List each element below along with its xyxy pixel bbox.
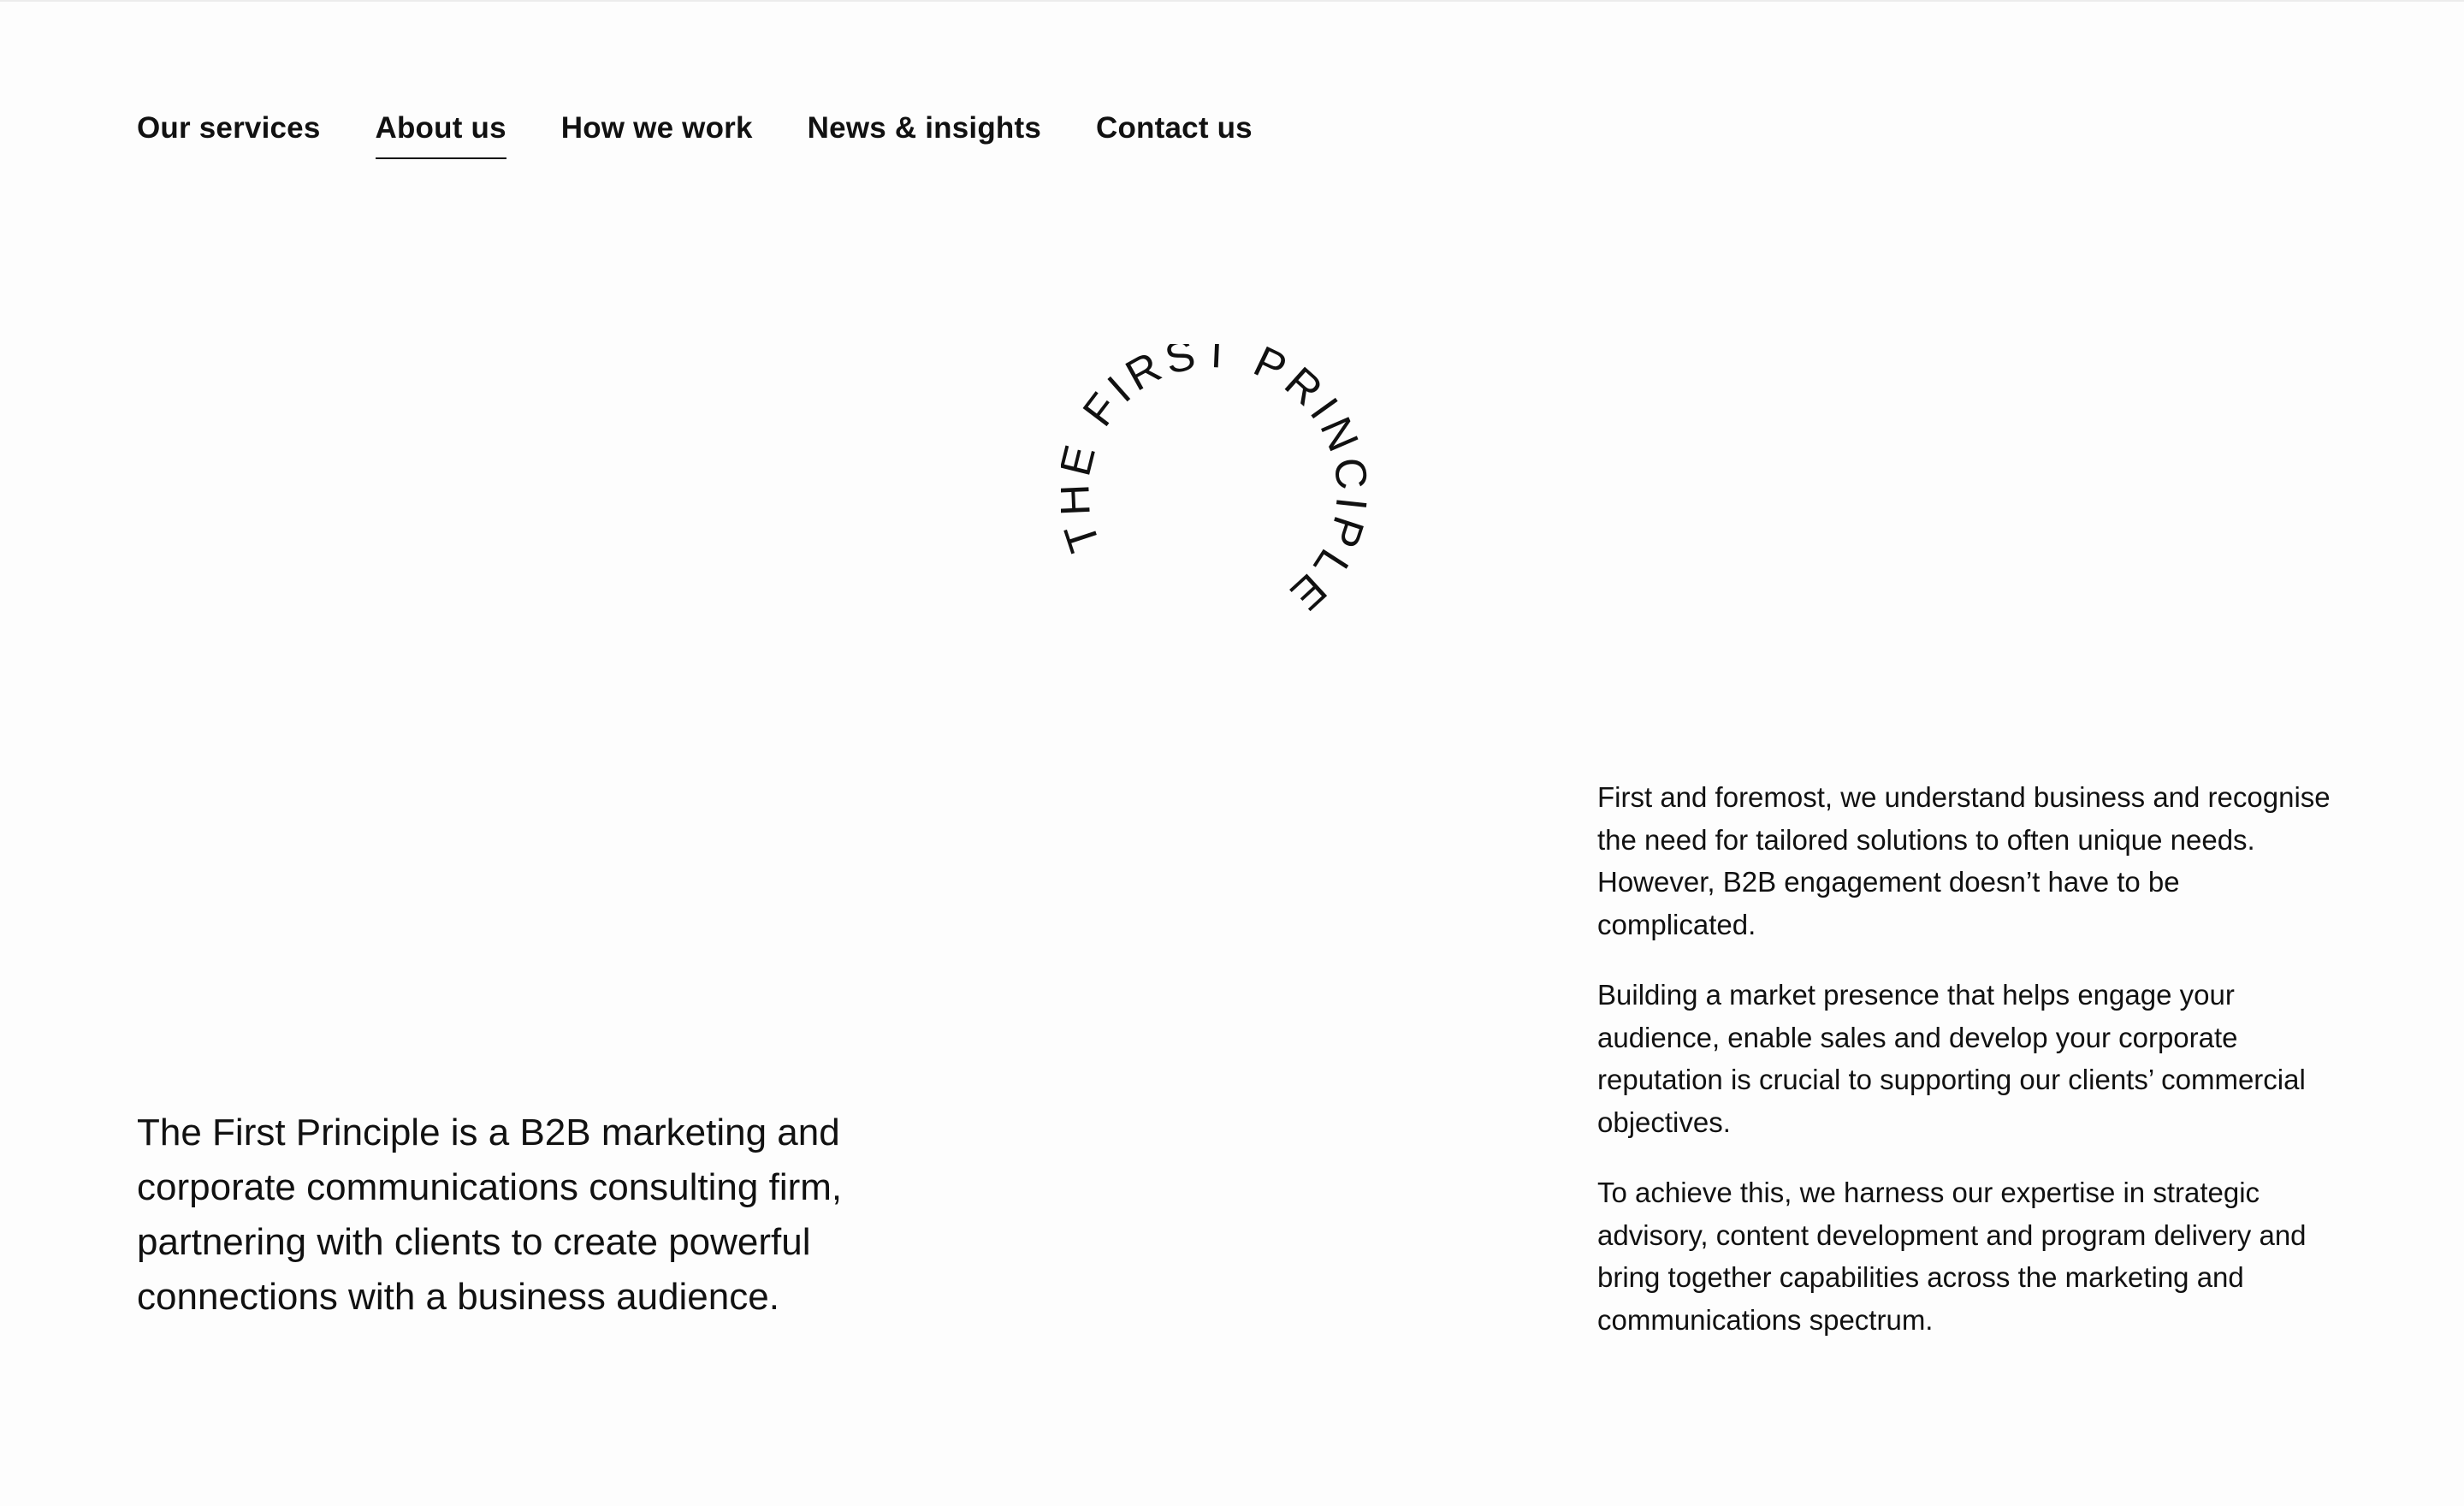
body-paragraph: To achieve this, we harness our expertis… (1597, 1177, 2307, 1336)
body-paragraph: First and foremost, we understand busine… (1597, 781, 2331, 940)
nav-link-contact-us[interactable]: Contact us (1096, 111, 1253, 159)
nav-item-how-we-work: How we work (561, 111, 753, 159)
about-page: Our services About us How we work News &… (0, 0, 2464, 1506)
brand-logo[interactable]: THE FIRST PRINCIPLE. (1061, 344, 1403, 635)
logo-text-path: THE FIRST PRINCIPLE. (1061, 344, 1372, 624)
nav-link-how-we-work[interactable]: How we work (561, 111, 753, 159)
intro-lead-paragraph: The First Principle is a B2B marketing a… (137, 1112, 843, 1318)
about-body-copy: First and foremost, we understand busine… (1597, 776, 2333, 1369)
nav-link-news-insights[interactable]: News & insights (808, 111, 1041, 159)
logo-text: THE FIRST PRINCIPLE. (1061, 344, 1377, 624)
circular-logo-wordmark: THE FIRST PRINCIPLE. (1061, 344, 1377, 624)
nav-item-our-services: Our services (137, 111, 321, 159)
nav-item-about-us: About us (375, 111, 506, 159)
nav-link-about-us[interactable]: About us (375, 111, 506, 159)
nav-link-our-services[interactable]: Our services (137, 111, 321, 159)
body-paragraph: Building a market presence that helps en… (1597, 979, 2306, 1138)
nav-item-contact-us: Contact us (1096, 111, 1253, 159)
nav-list: Our services About us How we work News &… (137, 111, 1253, 159)
nav-item-news-insights: News & insights (808, 111, 1041, 159)
